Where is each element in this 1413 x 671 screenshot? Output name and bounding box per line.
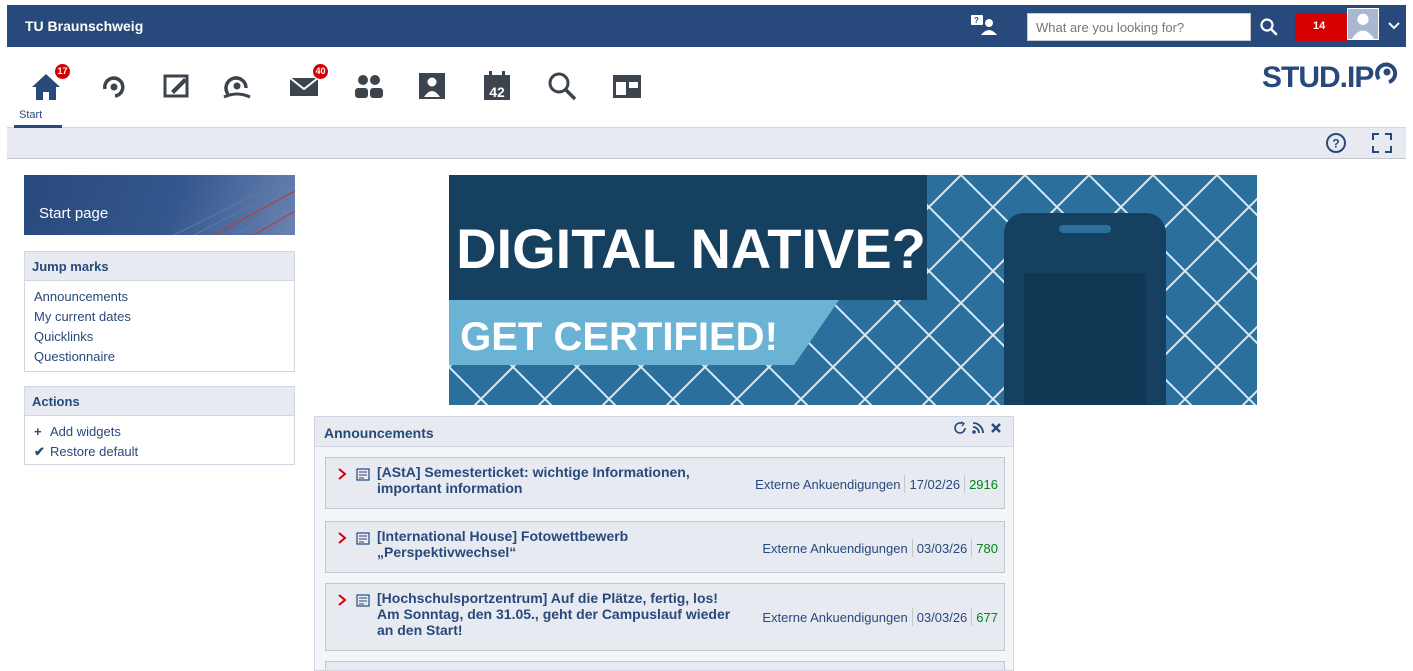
actions-title: Actions [25,387,294,416]
banner-graphic: DIGITAL NATIVE? GET CERTIFIED! [449,175,1257,405]
chevron-right-icon[interactable] [336,594,348,606]
announcement-row[interactable]: [AStA] Semesterticket: wichtige Informat… [325,457,1005,509]
jump-marks-widget: Jump marks Announcements My current date… [24,251,295,372]
nav-messages[interactable]: 40 [287,63,329,105]
search-icon[interactable] [1257,15,1281,39]
announcements-widget: Announcements [AStA] Semesterticket: wic… [314,416,1014,671]
news-icon [356,594,370,607]
messages-badge: 40 [312,63,329,80]
nav-start[interactable]: 17 [29,63,71,105]
announcements-header: Announcements [315,417,1013,447]
persons-icon [355,75,383,98]
news-icon [356,532,370,545]
chevron-down-icon[interactable] [1387,19,1401,33]
chevron-right-icon[interactable] [336,468,348,480]
sidebar-title: Start page [39,205,109,222]
nav-profile[interactable] [415,69,451,105]
logo-mark-icon [1375,62,1398,84]
calendar-icon: 42 [484,71,510,100]
chevron-right-icon[interactable] [336,532,348,544]
nav-my-content[interactable] [160,69,196,105]
top-bar: TU Braunschweig ? 14 [7,5,1406,47]
announcement-views: 677 [976,609,998,625]
edit-document-icon [163,74,189,98]
announcement-category: Externe Ankuendigungen [762,609,908,625]
announcement-category: Externe Ankuendigungen [762,540,908,556]
nav-tools[interactable] [610,69,646,105]
search-icon [548,72,577,101]
svg-text:?: ? [974,16,979,25]
seminar-icon [103,76,125,98]
announcement-date: 17/02/26 [909,476,961,492]
sidebar-header: Start page [24,175,295,235]
search-input[interactable] [1027,13,1251,41]
checkmark-icon: ✔ [34,444,45,459]
main-navigation: 17 Start 40 42 STUD.IP [7,47,1406,128]
restore-default-action[interactable]: ✔ Restore default [34,442,285,462]
announcement-row[interactable]: [International House] Fotowettbewerb „Pe… [325,521,1005,573]
studip-logo[interactable]: STUD.IP [1262,61,1374,95]
banner-headline: DIGITAL NATIVE? [456,217,926,280]
restore-default-label: Restore default [50,444,139,459]
announcement-views: 2916 [969,476,998,492]
profile-icon [419,73,445,99]
jump-link-questionnaire[interactable]: Questionnaire [34,347,285,367]
nav-contacts[interactable] [352,69,388,105]
nav-search[interactable] [545,69,581,105]
community-icon [223,76,251,99]
add-widgets-action[interactable]: + Add widgets [34,422,285,442]
announcement-title[interactable]: [Hochschulsportzentrum] Auf die Plätze, … [377,590,737,638]
news-icon [356,468,370,481]
svg-text:?: ? [1332,137,1339,151]
actions-widget: Actions + Add widgets ✔ Restore default [24,386,295,465]
announcement-title[interactable]: [International House] Fotowettbewerb „Pe… [377,528,737,560]
announcement-title[interactable]: [AStA] Semesterticket: wichtige Informat… [377,464,737,496]
announcement-category: Externe Ankuendigungen [755,476,901,492]
announcement-date: 03/03/26 [916,540,968,556]
tools-icon [613,75,641,98]
nav-start-label: Start [19,109,43,121]
help-chat-icon[interactable]: ? [969,13,997,37]
close-icon[interactable] [989,421,1003,435]
promo-banner[interactable]: DIGITAL NATIVE? GET CERTIFIED! [449,175,1257,405]
jump-link-quicklinks[interactable]: Quicklinks [34,327,285,347]
fullscreen-icon[interactable] [1371,132,1393,154]
jump-link-dates[interactable]: My current dates [34,307,285,327]
nav-courses[interactable] [95,69,131,105]
announcement-row[interactable] [325,661,1005,670]
add-widgets-label: Add widgets [50,424,121,439]
nav-community[interactable] [220,69,256,105]
rss-icon[interactable] [971,421,985,435]
avatar[interactable] [1347,8,1379,40]
helper-bar: ? [7,128,1406,159]
announcement-row[interactable]: [Hochschulsportzentrum] Auf die Plätze, … [325,583,1005,651]
announcement-date: 03/03/26 [916,609,968,625]
brand-name[interactable]: TU Braunschweig [25,18,143,34]
refresh-icon[interactable] [953,421,967,435]
notification-count: 14 [1313,20,1326,32]
start-badge: 17 [54,63,71,80]
jump-marks-title: Jump marks [25,252,294,281]
banner-subline: GET CERTIFIED! [460,315,778,359]
announcements-title: Announcements [324,425,434,441]
nav-calendar[interactable]: 42 [480,69,516,105]
plus-icon: + [34,424,42,439]
notification-counter[interactable]: 14 [1295,13,1347,41]
jump-link-announcements[interactable]: Announcements [34,287,285,307]
calendar-day: 42 [489,84,505,100]
help-icon[interactable]: ? [1325,132,1347,154]
announcement-views: 780 [976,540,998,556]
